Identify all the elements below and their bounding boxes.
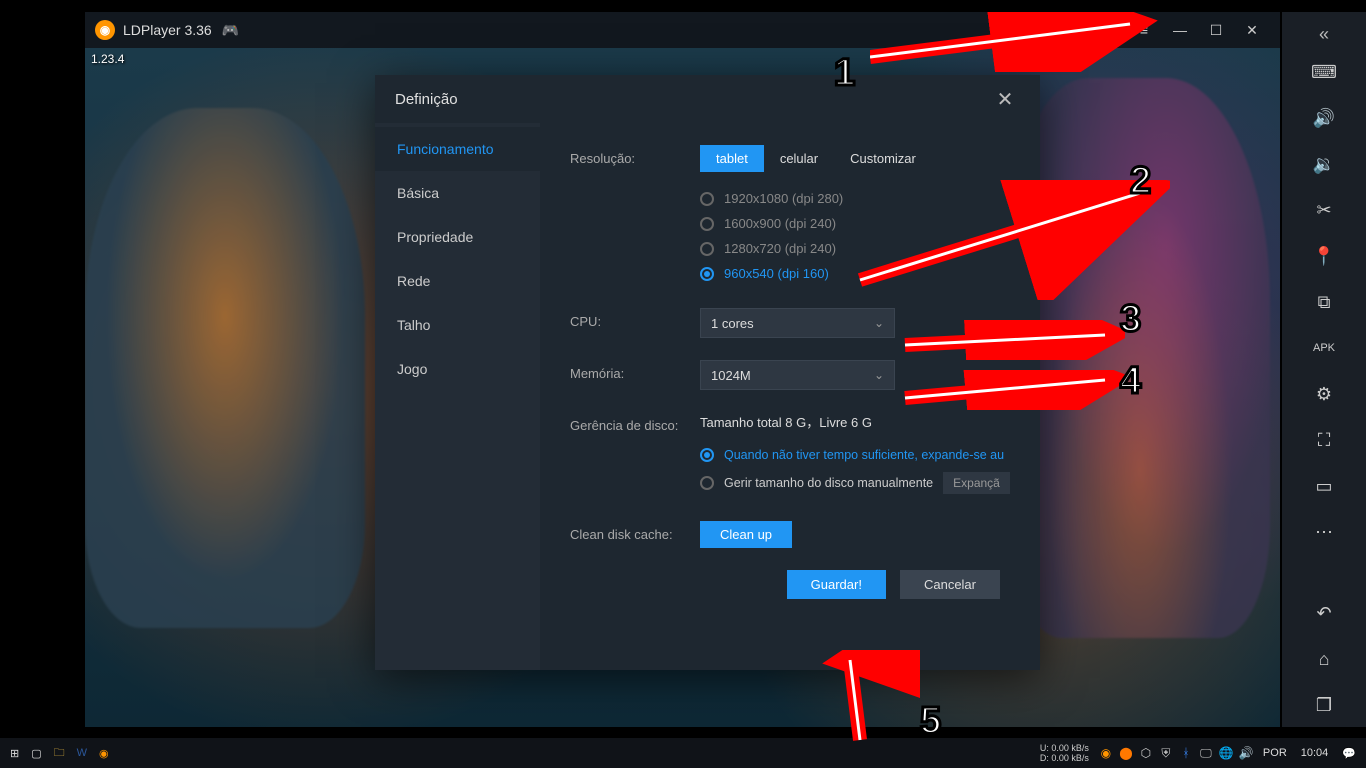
- res-960-label: 960x540 (dpi 160): [724, 266, 829, 281]
- chevron-down-icon: ⌄: [874, 316, 884, 330]
- back-icon[interactable]: ↶: [1282, 591, 1366, 635]
- maximize-button[interactable]: ☐: [1198, 12, 1234, 48]
- side-toolbar: « ⌨ 🔊 🔉 ✂ 📍 ⧉ APK ⚙ ⛶ ▭ ⋯ ↶ ⌂ ❐: [1282, 12, 1366, 727]
- volume-up-icon[interactable]: 🔊: [1282, 96, 1366, 140]
- language-indicator[interactable]: POR: [1257, 738, 1293, 768]
- res-1280[interactable]: 1280x720 (dpi 240): [700, 236, 1020, 261]
- home-icon[interactable]: ⌂: [1282, 637, 1366, 681]
- keyboard-icon[interactable]: ⌨: [1282, 50, 1366, 94]
- tray-network-icon[interactable]: 🌐: [1217, 738, 1235, 768]
- windows-taskbar: ⊞ ▢ 🗀 W ◉ U: 0.00 kB/s D: 0.00 kB/s ◉ ⬤ …: [0, 738, 1366, 768]
- game-character-right: [1010, 78, 1270, 638]
- tray-dropbox-icon[interactable]: ⬡: [1137, 738, 1155, 768]
- save-button[interactable]: Guardar!: [787, 570, 886, 599]
- app-logo-icon: ◉: [95, 20, 115, 40]
- resolution-mode-tabs: tablet celular Customizar: [700, 145, 1020, 172]
- tray-ld-icon[interactable]: ◉: [1097, 738, 1115, 768]
- tab-funcionamento[interactable]: Funcionamento: [375, 127, 540, 171]
- cpu-label: CPU:: [570, 308, 700, 329]
- res-1280-label: 1280x720 (dpi 240): [724, 241, 836, 256]
- mode-customizar[interactable]: Customizar: [834, 145, 932, 172]
- volume-down-icon[interactable]: 🔉: [1282, 142, 1366, 186]
- screenshot-icon[interactable]: ▭: [1282, 464, 1366, 508]
- game-character-left: [85, 108, 365, 628]
- titlebar: ◉ LDPlayer 3.36 🎮 ≡ — ☐ ✕: [85, 12, 1280, 48]
- more-icon[interactable]: ⋯: [1282, 510, 1366, 554]
- ldplayer-icon[interactable]: ◉: [93, 738, 115, 768]
- recents-icon[interactable]: ❐: [1282, 683, 1366, 727]
- tab-jogo[interactable]: Jogo: [375, 347, 540, 391]
- disk-auto-label: Quando não tiver tempo suficiente, expan…: [724, 448, 1004, 462]
- dialog-sidebar: Funcionamento Básica Propriedade Rede Ta…: [375, 123, 540, 670]
- add-window-icon[interactable]: ⧉: [1282, 280, 1366, 324]
- dialog-content: Resolução: tablet celular Customizar 192…: [540, 123, 1040, 670]
- net-speed: U: 0.00 kB/s D: 0.00 kB/s: [1034, 743, 1095, 763]
- cpu-value: 1 cores: [711, 316, 754, 331]
- res-960[interactable]: 960x540 (dpi 160): [700, 261, 1020, 286]
- settings-dialog: Definição ✕ Funcionamento Básica Proprie…: [375, 75, 1040, 670]
- tab-talho[interactable]: Talho: [375, 303, 540, 347]
- disk-label: Gerência de disco:: [570, 412, 700, 433]
- tray-bluetooth-icon[interactable]: ᚼ: [1177, 738, 1195, 768]
- apk-icon[interactable]: APK: [1282, 326, 1366, 370]
- cancel-button[interactable]: Cancelar: [900, 570, 1000, 599]
- tray-sound-icon[interactable]: 🔊: [1237, 738, 1255, 768]
- resolution-options: 1920x1080 (dpi 280) 1600x900 (dpi 240) 1…: [700, 186, 1020, 286]
- dialog-close-button[interactable]: ✕: [990, 87, 1020, 112]
- res-1600[interactable]: 1600x900 (dpi 240): [700, 211, 1020, 236]
- game-version-label: 1.23.4: [91, 52, 124, 66]
- tray-monitor-icon[interactable]: 🖵: [1197, 738, 1215, 768]
- close-button[interactable]: ✕: [1234, 12, 1270, 48]
- disk-manual-label: Gerir tamanho do disco manualmente: [724, 476, 933, 490]
- disk-info: Tamanho total 8 G，Livre 6 G: [700, 412, 1020, 431]
- collapse-toolbar-button[interactable]: «: [1282, 20, 1366, 48]
- resolution-label: Resolução:: [570, 145, 700, 166]
- tab-propriedade[interactable]: Propriedade: [375, 215, 540, 259]
- clock[interactable]: 10:04: [1295, 738, 1335, 768]
- res-1920[interactable]: 1920x1080 (dpi 280): [700, 186, 1020, 211]
- app-title: LDPlayer 3.36: [123, 22, 212, 38]
- memory-label: Memória:: [570, 360, 700, 381]
- action-center-icon[interactable]: 💬: [1336, 738, 1362, 768]
- mode-celular[interactable]: celular: [764, 145, 834, 172]
- clean-label: Clean disk cache:: [570, 521, 700, 542]
- chevron-down-icon: ⌄: [874, 368, 884, 382]
- res-1920-label: 1920x1080 (dpi 280): [724, 191, 843, 206]
- task-view-button[interactable]: ▢: [25, 738, 47, 768]
- tray-avast-icon[interactable]: ⬤: [1117, 738, 1135, 768]
- tab-rede[interactable]: Rede: [375, 259, 540, 303]
- res-1600-label: 1600x900 (dpi 240): [724, 216, 836, 231]
- dialog-title: Definição: [395, 91, 458, 108]
- minimize-button[interactable]: —: [1162, 12, 1198, 48]
- disk-auto-option[interactable]: Quando não tiver tempo suficiente, expan…: [700, 443, 1020, 467]
- cleanup-button[interactable]: Clean up: [700, 521, 792, 548]
- word-icon[interactable]: W: [71, 738, 93, 768]
- start-button[interactable]: ⊞: [4, 738, 25, 768]
- settings-icon[interactable]: ⚙: [1282, 372, 1366, 416]
- disk-manual-option[interactable]: Gerir tamanho do disco manualmente Expanç…: [700, 467, 1020, 499]
- tray-defender-icon[interactable]: ⛨: [1157, 738, 1175, 768]
- tab-basica[interactable]: Básica: [375, 171, 540, 215]
- mode-tablet[interactable]: tablet: [700, 145, 764, 172]
- cpu-select[interactable]: 1 cores ⌄: [700, 308, 895, 338]
- scissors-icon[interactable]: ✂: [1282, 188, 1366, 232]
- memory-value: 1024M: [711, 368, 751, 383]
- location-icon[interactable]: 📍: [1282, 234, 1366, 278]
- memory-select[interactable]: 1024M ⌄: [700, 360, 895, 390]
- dialog-header: Definição ✕: [375, 75, 1040, 123]
- file-explorer-icon[interactable]: 🗀: [48, 738, 71, 768]
- fullscreen-icon[interactable]: ⛶: [1282, 418, 1366, 462]
- expand-button[interactable]: Expançã: [943, 472, 1010, 494]
- hamburger-button[interactable]: ≡: [1126, 12, 1162, 48]
- gamepad-icon: 🎮: [222, 22, 239, 39]
